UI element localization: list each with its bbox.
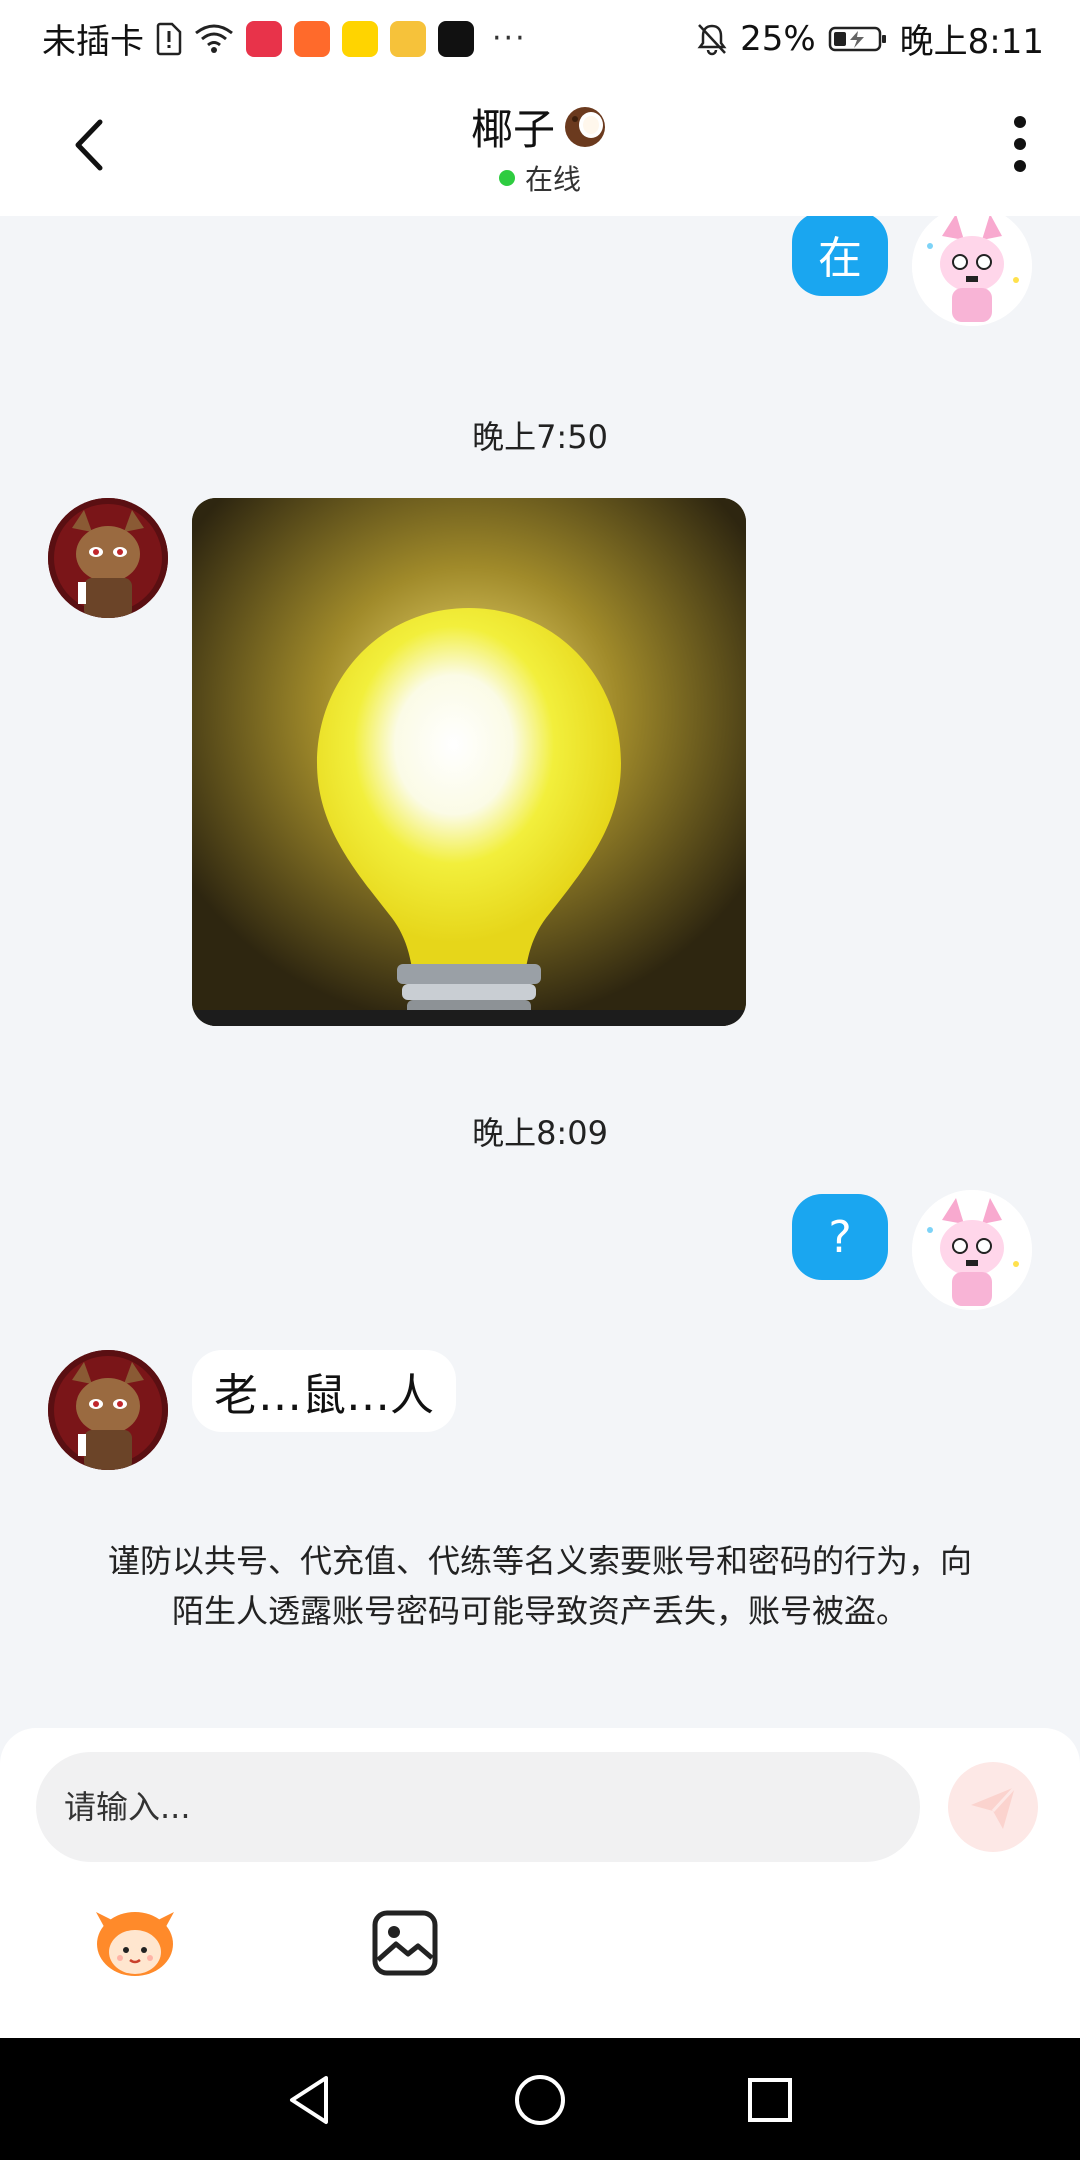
image-message[interactable] xyxy=(192,498,746,1026)
brown-character-avatar-icon xyxy=(48,498,168,618)
app-red-icon xyxy=(294,20,330,57)
image-picker-button[interactable] xyxy=(370,1908,440,1978)
send-icon xyxy=(971,1785,1017,1829)
pink-character-avatar-icon xyxy=(912,216,1032,326)
safety-warning: 谨防以共号、代充值、代练等名义索要账号和密码的行为，向陌生人透露账号密码可能导致… xyxy=(107,1542,972,1630)
title-wrap: 椰子 xyxy=(0,96,1080,157)
mute-bell-icon xyxy=(697,23,727,55)
status-time: 晚上8:11 xyxy=(899,22,1044,62)
online-dot xyxy=(498,170,515,186)
app-tiktok-icon xyxy=(438,20,474,57)
message-text: ? xyxy=(828,1211,852,1263)
message-text: 老…鼠…人 xyxy=(214,1370,434,1421)
timestamp: 晚上8:09 xyxy=(472,1114,608,1152)
status-bar-left: 未插卡 ··· xyxy=(42,14,527,63)
my-avatar[interactable] xyxy=(912,216,1032,326)
message-input[interactable] xyxy=(36,1752,920,1862)
app-video-icon xyxy=(390,20,426,57)
status-bar: 未插卡 ··· 25% 晚上8:11 xyxy=(0,0,1080,74)
message-composer xyxy=(0,1728,1080,2038)
contact-avatar[interactable] xyxy=(48,1350,168,1470)
navigation-bar xyxy=(0,2038,1080,2160)
app-book-icon xyxy=(246,20,282,57)
carrier-label: 未插卡 xyxy=(42,22,144,62)
send-button[interactable] xyxy=(948,1762,1038,1852)
contact-name: 椰子 xyxy=(470,105,555,154)
my-message-bubble[interactable]: ? xyxy=(792,1194,888,1280)
emoji-button[interactable] xyxy=(90,1904,180,1984)
online-status: 在线 xyxy=(0,158,1080,198)
chat-area[interactable]: 在 晚上7:50 晚上8:09 ? 老…鼠…人 谨防以共号、代充值、代练等名义索… xyxy=(0,216,1080,1728)
coconut-icon xyxy=(565,106,605,147)
nav-recents-icon[interactable] xyxy=(738,2068,802,2132)
status-bar-right: 25% 晚上8:11 xyxy=(696,14,1044,63)
app-yellow-icon xyxy=(342,20,378,57)
more-vertical-icon[interactable] xyxy=(1008,112,1032,176)
battery-icon xyxy=(828,26,886,51)
brown-character-avatar-icon xyxy=(48,1350,168,1470)
pink-character-avatar-icon xyxy=(912,1190,1032,1310)
light-bulb-image xyxy=(192,498,746,1026)
battery-percent: 25% xyxy=(740,18,816,59)
message-text: 在 xyxy=(818,233,862,284)
image-icon xyxy=(372,1910,438,1976)
my-message-bubble[interactable]: 在 xyxy=(792,216,888,296)
contact-message-bubble[interactable]: 老…鼠…人 xyxy=(192,1350,456,1432)
sim-alert-icon xyxy=(156,22,182,55)
nav-back-icon[interactable] xyxy=(278,2068,342,2132)
chat-header: 椰子 在线 xyxy=(0,74,1080,216)
contact-avatar[interactable] xyxy=(48,498,168,618)
wifi-icon xyxy=(195,24,233,53)
online-status-text: 在线 xyxy=(524,163,581,196)
nav-home-icon[interactable] xyxy=(508,2068,572,2132)
timestamp: 晚上7:50 xyxy=(472,418,608,456)
emoji-mascot-icon xyxy=(96,1912,174,1976)
status-overflow-dots: ··· xyxy=(492,21,527,56)
my-avatar[interactable] xyxy=(912,1190,1032,1310)
contact-name-row: 椰子 xyxy=(471,96,609,157)
